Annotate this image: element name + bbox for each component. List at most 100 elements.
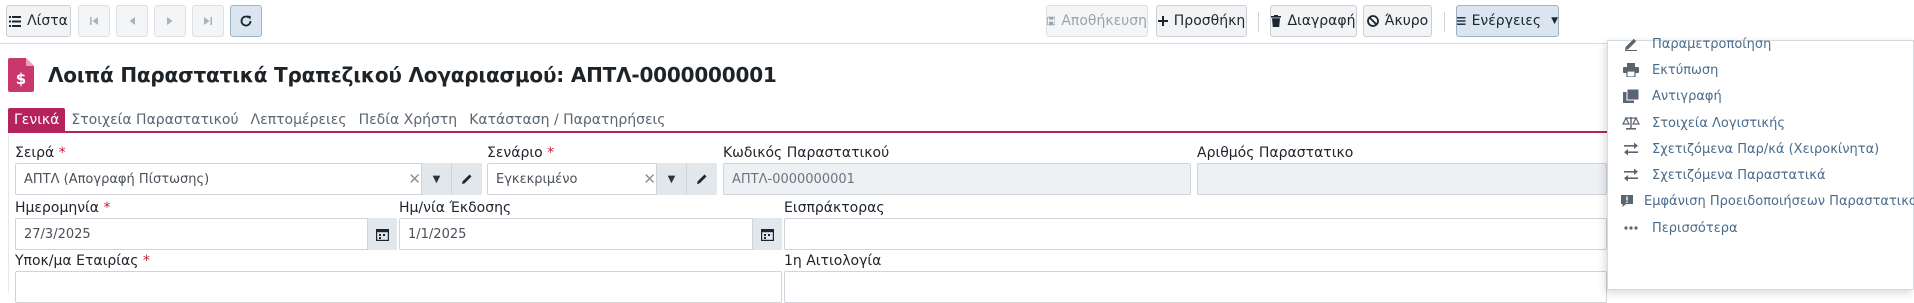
tab-general[interactable]: Γενικά xyxy=(8,108,66,132)
issue-date-label: Ημ/νία Έκδοσης xyxy=(399,200,512,216)
menu-icon xyxy=(1457,17,1466,25)
cancel-button[interactable]: Άκυρο xyxy=(1363,5,1432,37)
date-value: 27/3/2025 xyxy=(24,226,91,242)
calendar-icon[interactable] xyxy=(367,218,397,250)
first-icon xyxy=(90,17,98,25)
scenario-label-text: Σενάριο xyxy=(487,145,543,161)
tab-document-details[interactable]: Στοιχεία Παραστατικού xyxy=(65,108,244,132)
tab-user-fields[interactable]: Πεδία Χρήστη xyxy=(353,108,464,132)
toolbar-divider xyxy=(1258,12,1259,32)
caret-down-icon: ▼ xyxy=(1551,16,1558,26)
collector-field[interactable] xyxy=(784,218,1607,250)
refresh-button[interactable] xyxy=(230,5,262,37)
actions-button[interactable]: Ενέργειες ▼ xyxy=(1456,5,1559,37)
menu-item-label: Σχετιζόμενα Παραστατικά xyxy=(1652,167,1826,183)
delete-button-label: Διαγραφή xyxy=(1287,13,1356,29)
series-value: ΑΠΤΛ (Απογραφή Πίστωσης) xyxy=(24,171,210,187)
menu-item-label: Περισσότερα xyxy=(1652,220,1738,236)
scenario-value: Εγκεκριμένο xyxy=(496,171,578,187)
scale-icon xyxy=(1620,116,1642,130)
delete-button[interactable]: Διαγραφή xyxy=(1270,5,1357,37)
menu-item-copy[interactable]: Αντιγραφή xyxy=(1608,83,1914,109)
doc-code-value: ΑΠΤΛ-0000000001 xyxy=(732,171,855,187)
menu-item-label: Σχετιζόμενα Παρ/κά (Χειροκίνητα) xyxy=(1652,141,1880,157)
exchange-icon xyxy=(1620,168,1642,182)
branch-field[interactable] xyxy=(15,271,782,303)
menu-item-label: Εκτύπωση xyxy=(1652,62,1719,78)
required-marker: * xyxy=(142,253,150,269)
previous-record-button[interactable] xyxy=(116,5,148,37)
menu-item-more[interactable]: Περισσότερα xyxy=(1608,215,1914,241)
menu-item-print[interactable]: Εκτύπωση xyxy=(1608,57,1914,83)
pencil-icon xyxy=(1620,37,1642,51)
svg-text:$: $ xyxy=(16,70,26,88)
date-label-text: Ημερομηνία xyxy=(15,200,100,216)
exchange-icon xyxy=(1620,142,1642,156)
previous-icon xyxy=(129,17,135,25)
save-button[interactable]: Αποθήκευση xyxy=(1046,5,1148,37)
scenario-select[interactable]: Εγκεκριμένο ✕ ▼ xyxy=(487,163,717,195)
more-icon xyxy=(1620,226,1642,230)
series-label: Σειρά * xyxy=(15,145,66,161)
next-record-button[interactable] xyxy=(154,5,186,37)
tab-bar: Γενικά Στοιχεία Παραστατικού Λεπτομέρειε… xyxy=(8,108,671,132)
series-select[interactable]: ΑΠΤΛ (Απογραφή Πίστωσης) ✕ ▼ xyxy=(15,163,482,195)
required-marker: * xyxy=(103,200,111,216)
last-record-button[interactable] xyxy=(192,5,224,37)
branch-label-text: Υποκ/μα Εταιρίας xyxy=(15,253,139,269)
next-icon xyxy=(167,17,173,25)
list-button[interactable]: Λίστα xyxy=(6,5,71,37)
pencil-icon[interactable] xyxy=(451,163,482,195)
doc-number-label: Αριθμός Παραστατικο xyxy=(1197,145,1354,161)
series-label-text: Σειρά xyxy=(15,145,55,161)
issue-date-field[interactable]: 1/1/2025 xyxy=(399,218,782,250)
required-marker: * xyxy=(58,145,66,161)
menu-item-label: Εμφάνιση Προειδοποιήσεων Παραστατικού xyxy=(1644,193,1914,209)
actions-button-label: Ενέργειες xyxy=(1471,13,1542,29)
general-form: Σειρά * ΑΠΤΛ (Απογραφή Πίστωσης) ✕ ▼ Σεν… xyxy=(8,133,1608,303)
branch-label: Υποκ/μα Εταιρίας * xyxy=(15,253,150,269)
date-label: Ημερομηνία * xyxy=(15,200,110,216)
cancel-button-label: Άκυρο xyxy=(1384,13,1429,29)
menu-item-related[interactable]: Σχετιζόμενα Παραστατικά xyxy=(1608,162,1914,188)
save-button-label: Αποθήκευση xyxy=(1061,13,1147,29)
list-icon xyxy=(9,15,22,27)
doc-number-field xyxy=(1197,163,1607,195)
plus-icon xyxy=(1157,16,1168,26)
printer-icon xyxy=(1620,63,1642,77)
pencil-icon[interactable] xyxy=(686,163,717,195)
clear-icon[interactable]: ✕ xyxy=(408,170,421,188)
menu-item-customize[interactable]: Παραμετροποίηση xyxy=(1608,31,1914,57)
reason-field[interactable] xyxy=(784,271,1607,303)
menu-item-warnings[interactable]: Εμφάνιση Προειδοποιήσεων Παραστατικού xyxy=(1608,188,1914,214)
add-button-label: Προσθήκη xyxy=(1173,13,1246,29)
menu-item-label: Παραμετροποίηση xyxy=(1652,36,1772,52)
date-field[interactable]: 27/3/2025 xyxy=(15,218,397,250)
issue-date-value: 1/1/2025 xyxy=(408,226,467,242)
last-icon xyxy=(204,17,212,25)
menu-item-label: Αντιγραφή xyxy=(1652,88,1722,104)
toolbar-divider xyxy=(1444,12,1445,32)
chevron-down-icon[interactable]: ▼ xyxy=(656,163,686,195)
copy-icon xyxy=(1620,89,1642,103)
page-title: Λοιπά Παραστατικά Τραπεζικού Λογαριασμού… xyxy=(48,63,777,87)
clear-icon[interactable]: ✕ xyxy=(643,170,656,188)
first-record-button[interactable] xyxy=(78,5,110,37)
menu-item-accounting[interactable]: Στοιχεία Λογιστικής xyxy=(1608,110,1914,136)
actions-menu: Παραμετροποίηση Εκτύπωση Αντιγραφή Στοιχ… xyxy=(1607,37,1914,290)
invoice-icon: $ xyxy=(8,58,34,92)
scenario-label: Σενάριο * xyxy=(487,145,554,161)
calendar-icon[interactable] xyxy=(752,218,782,250)
tab-details[interactable]: Λεπτομέρειες xyxy=(245,108,353,132)
add-button[interactable]: Προσθήκη xyxy=(1156,5,1247,37)
menu-item-related-manual[interactable]: Σχετιζόμενα Παρ/κά (Χειροκίνητα) xyxy=(1608,136,1914,162)
chevron-down-icon[interactable]: ▼ xyxy=(421,163,451,195)
menu-item-label: Στοιχεία Λογιστικής xyxy=(1652,115,1785,131)
save-icon xyxy=(1047,16,1056,26)
tab-status-notes[interactable]: Κατάσταση / Παρατηρήσεις xyxy=(463,108,671,132)
collector-label: Εισπράκτορας xyxy=(784,200,885,216)
alert-icon xyxy=(1620,194,1634,208)
reason-label: 1η Αιτιολογία xyxy=(784,253,882,269)
list-button-label: Λίστα xyxy=(27,13,68,29)
doc-code-field: ΑΠΤΛ-0000000001 xyxy=(723,163,1191,195)
